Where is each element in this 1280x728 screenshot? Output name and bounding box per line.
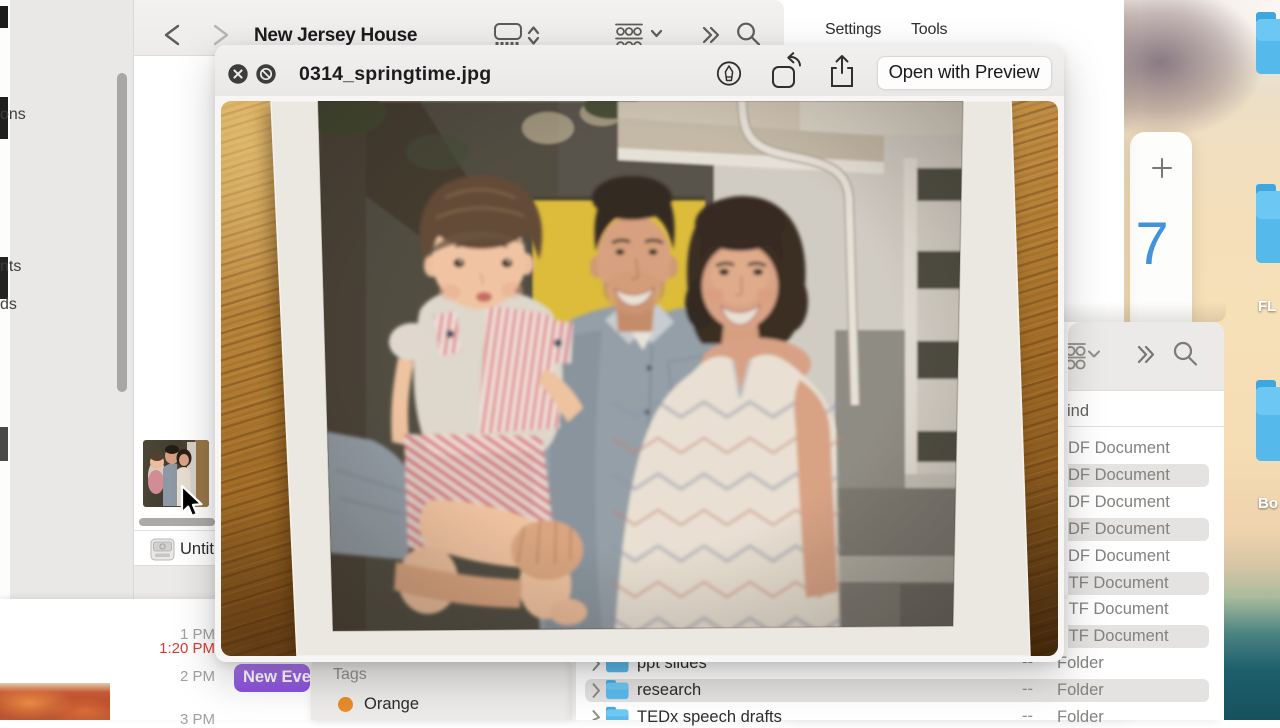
svg-text:FL: FL: [1258, 298, 1276, 315]
svg-text:Bo: Bo: [1258, 495, 1278, 512]
